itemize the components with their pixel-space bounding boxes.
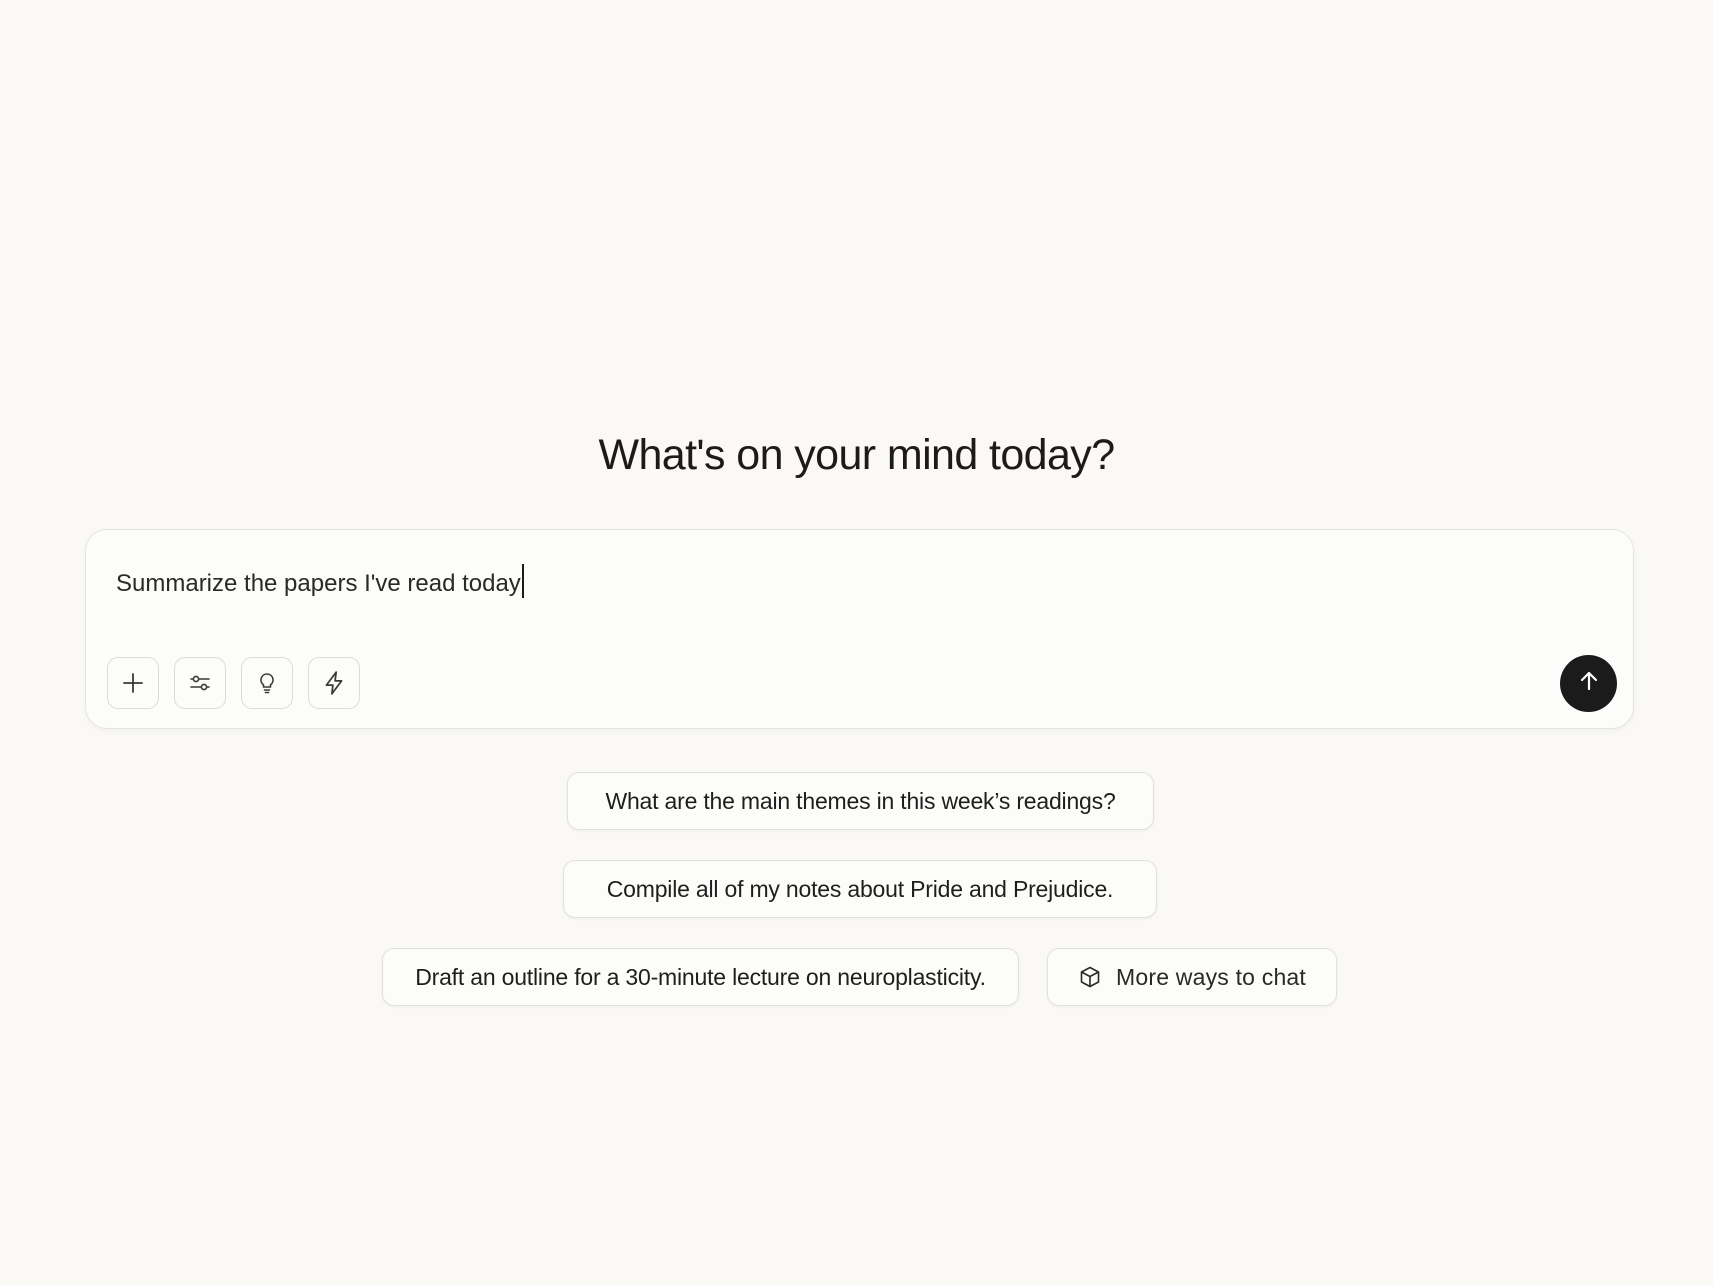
suggestion-chip[interactable]: Compile all of my notes about Pride and … [563,860,1157,918]
add-button[interactable] [107,657,159,709]
page-title: What's on your mind today? [598,431,1115,479]
suggestion-label: What are the main themes in this week’s … [605,787,1116,814]
arrow-up-icon [1577,669,1601,698]
sliders-icon [188,671,212,695]
message-input-text: Summarize the papers I've read today [116,570,521,597]
suggestion-chip[interactable]: Draft an outline for a 30-minute lecture… [382,948,1019,1006]
suggestion-label: Draft an outline for a 30-minute lecture… [415,963,986,990]
suggestion-chip[interactable]: What are the main themes in this week’s … [567,772,1154,830]
chat-composer: Summarize the papers I've read today [85,529,1634,729]
settings-button[interactable] [174,657,226,709]
lightbulb-icon [255,671,279,695]
ideas-button[interactable] [241,657,293,709]
more-ways-label: More ways to chat [1115,963,1307,990]
lightning-icon [321,670,347,696]
more-ways-to-chat-button[interactable]: More ways to chat [1047,948,1337,1006]
quick-button[interactable] [308,657,360,709]
plus-icon [121,671,145,695]
text-caret [521,564,524,598]
cube-icon [1078,965,1102,989]
send-button[interactable] [1560,655,1617,712]
message-input[interactable]: Summarize the papers I've read today [116,564,524,600]
suggestion-label: Compile all of my notes about Pride and … [606,875,1114,902]
